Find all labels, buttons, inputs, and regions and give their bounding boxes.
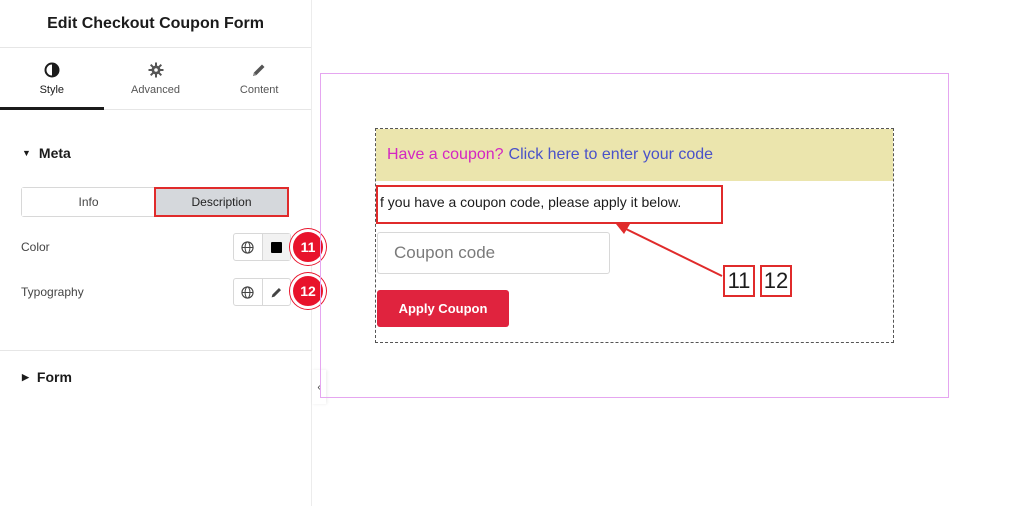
panel-title: Edit Checkout Coupon Form <box>0 0 311 48</box>
globe-icon <box>241 285 254 299</box>
callout-12: 12 <box>760 265 792 297</box>
section-form-label: Form <box>36 369 72 385</box>
meta-segment-control: Info Description <box>21 187 289 217</box>
caret-right-icon: ▶ <box>22 371 29 382</box>
color-swatch <box>270 241 282 253</box>
tab-style-label: Style <box>39 83 65 96</box>
enter-code-link[interactable]: Click here to enter your code <box>509 146 714 164</box>
contrast-icon <box>44 62 60 77</box>
pencil-icon <box>271 287 281 297</box>
have-coupon-text: Have a coupon? <box>387 146 504 163</box>
section-meta-toggle[interactable]: ▼ Meta <box>22 145 71 161</box>
panel-tabs: Style Advanced Content <box>0 48 311 110</box>
editor-root: Edit Checkout Coupon Form Style Advanced… <box>0 0 1024 506</box>
tab-content[interactable]: Content <box>207 48 311 109</box>
segment-info[interactable]: Info <box>22 188 155 216</box>
annotation-arrow <box>616 224 723 277</box>
tab-style[interactable]: Style <box>0 48 104 110</box>
section-form-toggle[interactable]: ▶ Form <box>22 369 72 385</box>
tab-advanced[interactable]: Advanced <box>104 48 208 109</box>
pencil-icon <box>253 64 265 76</box>
caret-down-icon: ▼ <box>22 148 31 158</box>
section-meta-label: Meta <box>38 145 71 161</box>
edit-typography-button[interactable] <box>261 279 291 305</box>
segment-description[interactable]: Description <box>154 187 289 217</box>
color-label: Color <box>21 240 50 254</box>
callout-11: 11 <box>723 265 755 297</box>
apply-coupon-button[interactable]: Apply Coupon <box>377 290 509 327</box>
tab-advanced-label: Advanced <box>131 83 180 96</box>
typography-label: Typography <box>21 285 84 299</box>
globe-icon <box>241 240 254 254</box>
editor-panel: Edit Checkout Coupon Form Style Advanced… <box>0 0 326 506</box>
tab-content-label: Content <box>239 83 279 96</box>
global-color-button[interactable] <box>234 234 262 260</box>
coupon-code-input[interactable] <box>377 232 610 274</box>
typography-control <box>233 278 291 306</box>
global-typography-button[interactable] <box>234 279 262 305</box>
gear-icon <box>148 62 163 77</box>
coupon-banner: Have a coupon? Click here to enter your … <box>376 129 893 181</box>
color-picker-button[interactable] <box>261 234 290 260</box>
color-control <box>233 233 291 261</box>
section-divider <box>0 350 312 351</box>
